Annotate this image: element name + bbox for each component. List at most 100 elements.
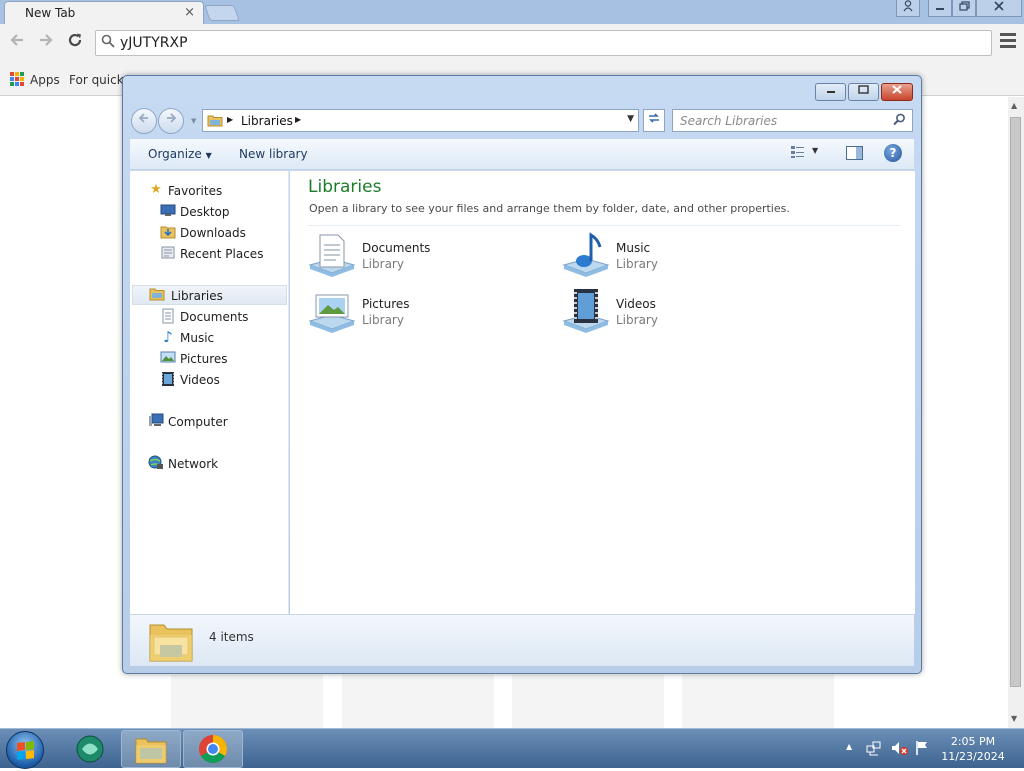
nav-music[interactable]: ♪ Music — [160, 328, 280, 348]
show-hidden-icons-icon[interactable]: ▲ — [846, 742, 852, 751]
documents-icon — [160, 308, 176, 324]
explorer-forward-icon[interactable] — [158, 108, 184, 134]
change-view-button[interactable]: ▼ — [790, 145, 828, 163]
address-dropdown-icon[interactable]: ▼ — [627, 114, 634, 124]
library-kind: Library — [616, 313, 658, 327]
music-icon: ♪ — [163, 328, 173, 346]
item-count: 4 items — [209, 630, 254, 644]
nav-network[interactable]: Network — [148, 454, 278, 474]
library-name: Pictures — [362, 297, 410, 311]
new-tab-button[interactable] — [204, 5, 240, 21]
recent-places-icon — [160, 245, 176, 261]
nav-label: Music — [180, 331, 215, 345]
most-visited-tile[interactable] — [342, 675, 494, 728]
search-icon[interactable] — [893, 113, 906, 129]
library-name: Videos — [616, 297, 656, 311]
apps-grid-icon[interactable] — [10, 72, 24, 86]
reload-icon[interactable] — [63, 31, 87, 55]
tab-new-tab[interactable]: New Tab × — [4, 1, 204, 24]
breadcrumb-arrow-icon[interactable]: ▶ — [295, 115, 301, 124]
minimize-icon[interactable] — [928, 0, 952, 17]
app-orb-icon[interactable] — [60, 730, 120, 768]
chrome-icon[interactable] — [183, 730, 243, 768]
explorer-folder-icon[interactable] — [121, 730, 181, 768]
explorer-close-icon[interactable] — [881, 83, 913, 101]
chevron-down-icon: ▼ — [812, 146, 819, 155]
pictures-library-icon — [308, 294, 356, 333]
nav-label: Favorites — [168, 184, 223, 198]
profile-icon[interactable] — [896, 0, 920, 17]
nav-label: Recent Places — [180, 247, 264, 261]
most-visited-tile[interactable] — [512, 675, 664, 728]
help-icon[interactable]: ? — [884, 144, 902, 162]
nav-label: Documents — [180, 310, 249, 324]
action-center-flag-icon[interactable] — [915, 740, 929, 759]
clock-time: 2:05 PM — [950, 735, 996, 748]
scroll-up-icon[interactable]: ▲ — [1011, 101, 1017, 110]
nav-computer[interactable]: Computer — [148, 412, 278, 432]
videos-icon — [160, 371, 176, 387]
forward-arrow-icon[interactable] — [34, 31, 58, 55]
most-visited-tile[interactable] — [171, 675, 323, 728]
divider — [308, 225, 900, 226]
pictures-icon — [160, 350, 176, 366]
library-item-videos[interactable]: Videos Library — [562, 287, 762, 339]
nav-label: Videos — [180, 373, 220, 387]
explorer-search-input[interactable]: Search Libraries — [672, 109, 913, 132]
breadcrumb-libraries[interactable]: Libraries — [241, 114, 293, 128]
network-icon[interactable] — [866, 740, 882, 759]
explorer-address-bar[interactable]: ▶ Libraries ▶ ▼ — [202, 109, 639, 132]
explorer-restore-icon[interactable] — [848, 83, 879, 101]
videos-library-icon — [562, 289, 610, 333]
bookmark-apps[interactable]: Apps — [30, 73, 60, 87]
libraries-folder-icon — [149, 624, 193, 662]
page-scrollbar[interactable]: ▲ ▼ — [1008, 97, 1024, 728]
bookmarks-hint-text: For quick — [69, 73, 124, 87]
recent-pages-icon[interactable]: ▼ — [191, 117, 196, 125]
library-item-music[interactable]: Music Library — [562, 231, 762, 283]
nav-label: Desktop — [180, 205, 230, 219]
nav-label: Network — [168, 457, 219, 471]
nav-videos[interactable]: Videos — [160, 370, 280, 390]
nav-libraries[interactable]: Libraries — [132, 285, 287, 305]
back-forward-buttons — [131, 108, 187, 134]
system-clock[interactable]: 2:05 PM 11/23/2024 — [938, 734, 1008, 764]
most-visited-tile[interactable] — [682, 675, 834, 728]
library-item-pictures[interactable]: Pictures Library — [308, 287, 508, 339]
network-icon — [148, 455, 164, 471]
new-library-button[interactable]: New library — [239, 147, 308, 161]
scroll-thumb[interactable] — [1010, 117, 1021, 687]
explorer-refresh-icon[interactable] — [643, 109, 665, 132]
close-icon[interactable] — [976, 0, 1022, 17]
explorer-minimize-icon[interactable] — [815, 83, 846, 101]
nav-documents[interactable]: Documents — [160, 307, 280, 327]
menu-icon[interactable] — [1000, 33, 1016, 51]
apps-grid-dot — [15, 72, 19, 76]
omnibox-input[interactable]: yJUTYRXP — [95, 30, 992, 56]
tab-close-icon[interactable]: × — [184, 5, 195, 20]
taskbar: ▲ 2:05 PM 11/23/2024 — [0, 728, 1024, 769]
computer-icon — [148, 413, 164, 429]
nav-favorites[interactable]: ★ Favorites — [148, 181, 278, 201]
libraries-folder-icon — [149, 287, 165, 303]
star-icon: ★ — [150, 182, 162, 197]
nav-recent-places[interactable]: Recent Places — [160, 244, 280, 264]
explorer-back-icon[interactable] — [131, 108, 157, 134]
back-arrow-icon[interactable] — [5, 31, 29, 55]
content-pane: Libraries Open a library to see your fil… — [290, 171, 915, 614]
browser-toolbar: yJUTYRXP — [0, 24, 1024, 64]
start-orb-icon[interactable] — [6, 731, 44, 769]
libraries-folder-icon — [207, 115, 223, 127]
volume-muted-icon[interactable] — [891, 740, 909, 759]
breadcrumb-arrow-icon[interactable]: ▶ — [227, 115, 233, 124]
nav-downloads[interactable]: Downloads — [160, 223, 280, 243]
library-item-documents[interactable]: Documents Library — [308, 231, 508, 283]
restore-icon[interactable] — [952, 0, 976, 17]
nav-desktop[interactable]: Desktop — [160, 202, 280, 222]
organize-button[interactable]: Organize ▼ — [148, 147, 212, 161]
nav-pictures[interactable]: Pictures — [160, 349, 280, 369]
scroll-down-icon[interactable]: ▼ — [1011, 714, 1017, 723]
organize-label: Organize — [148, 147, 202, 161]
chevron-down-icon: ▼ — [205, 151, 212, 160]
preview-pane-icon[interactable] — [846, 146, 863, 160]
